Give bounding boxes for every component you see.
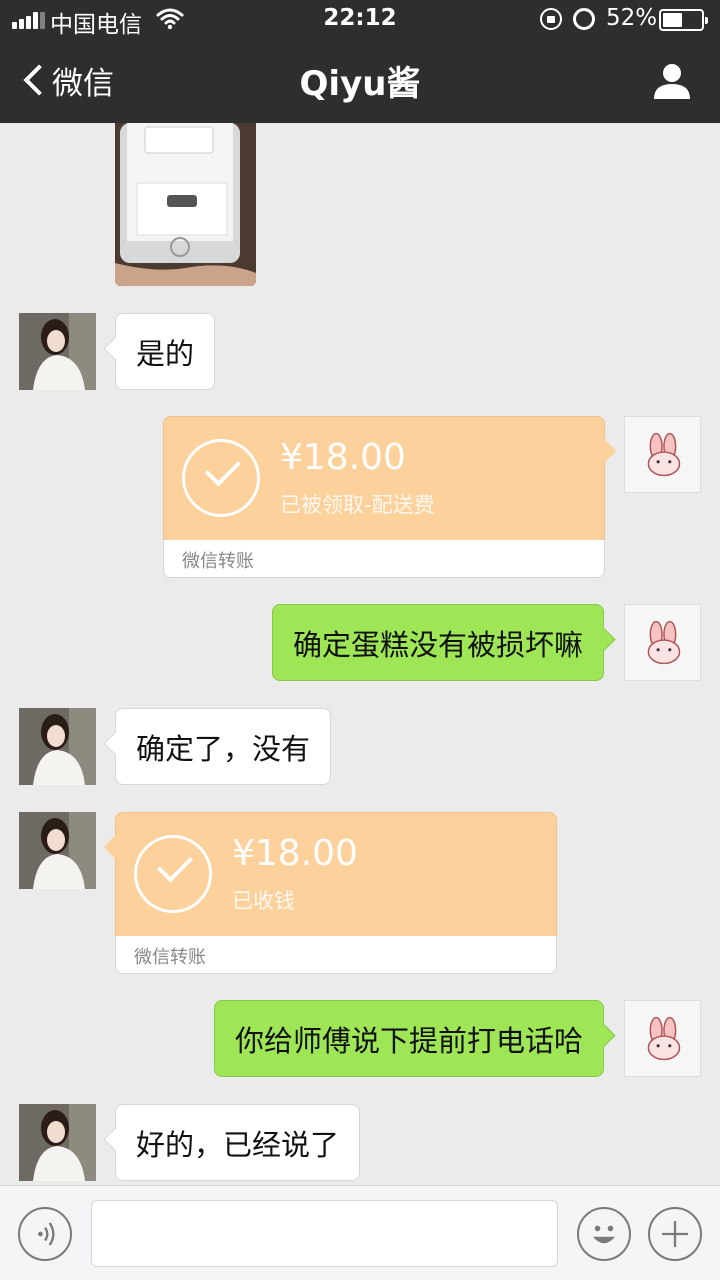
- message-text: 是的: [136, 336, 195, 371]
- check-circle-icon: [182, 439, 260, 517]
- plus-icon[interactable]: [648, 1207, 702, 1261]
- avatar-me[interactable]: [624, 1000, 701, 1077]
- message-text: 好的，已经说了: [136, 1127, 340, 1162]
- alarm-icon: [573, 8, 595, 30]
- avatar-me[interactable]: [624, 604, 701, 681]
- battery-percent: 52%: [606, 5, 658, 31]
- message-text: 确定蛋糕没有被损坏嘛: [292, 627, 583, 662]
- transfer-note: 已被领取-配送费: [280, 493, 435, 517]
- transfer-footer: 微信转账: [163, 540, 605, 578]
- top-bar: 中国电信 22:12 52% 微信 Qiyu酱: [0, 0, 720, 123]
- avatar-them[interactable]: [19, 708, 96, 785]
- transfer-footer: 微信转账: [115, 936, 557, 974]
- emoji-icon[interactable]: [577, 1207, 631, 1261]
- message-bubble-me[interactable]: 你给师傅说下提前打电话哈: [213, 1000, 604, 1077]
- image-message[interactable]: [115, 123, 256, 286]
- transfer-amount: ¥18.00: [280, 437, 406, 478]
- message-bubble-me[interactable]: 确定蛋糕没有被损坏嘛: [271, 604, 604, 681]
- message-text: 你给师傅说下提前打电话哈: [234, 1023, 583, 1058]
- check-circle-icon: [134, 835, 212, 913]
- voice-icon[interactable]: [18, 1207, 72, 1261]
- avatar-them[interactable]: [19, 812, 96, 889]
- phone-photo-image: [115, 123, 256, 286]
- person-icon[interactable]: [652, 62, 692, 100]
- message-input[interactable]: [91, 1200, 558, 1267]
- avatar-them[interactable]: [19, 1104, 96, 1181]
- battery-icon: [659, 9, 708, 31]
- rotation-lock-icon: [540, 8, 562, 30]
- avatar-them[interactable]: [19, 313, 96, 390]
- battery-level: [663, 13, 682, 27]
- message-bubble-them[interactable]: 是的: [115, 313, 216, 390]
- transfer-card-me[interactable]: ¥18.00 已被领取-配送费 微信转账: [163, 416, 605, 578]
- transfer-amount: ¥18.00: [232, 833, 358, 874]
- transfer-note: 已收钱: [232, 889, 295, 913]
- chat-area[interactable]: 是的 ¥18.00 已被领取-配送费 微信转账 确定蛋糕没有被损坏嘛 确定了，没…: [0, 123, 720, 1185]
- chat-title: Qiyu酱: [299, 64, 421, 104]
- message-bubble-them[interactable]: 好的，已经说了: [115, 1104, 361, 1181]
- avatar-me[interactable]: [624, 416, 701, 493]
- transfer-card-them[interactable]: ¥18.00 已收钱 微信转账: [115, 812, 557, 974]
- message-text: 确定了，没有: [136, 731, 311, 766]
- input-bar: [0, 1185, 720, 1280]
- status-bar: 中国电信 22:12 52%: [0, 0, 720, 40]
- message-bubble-them[interactable]: 确定了，没有: [115, 708, 332, 785]
